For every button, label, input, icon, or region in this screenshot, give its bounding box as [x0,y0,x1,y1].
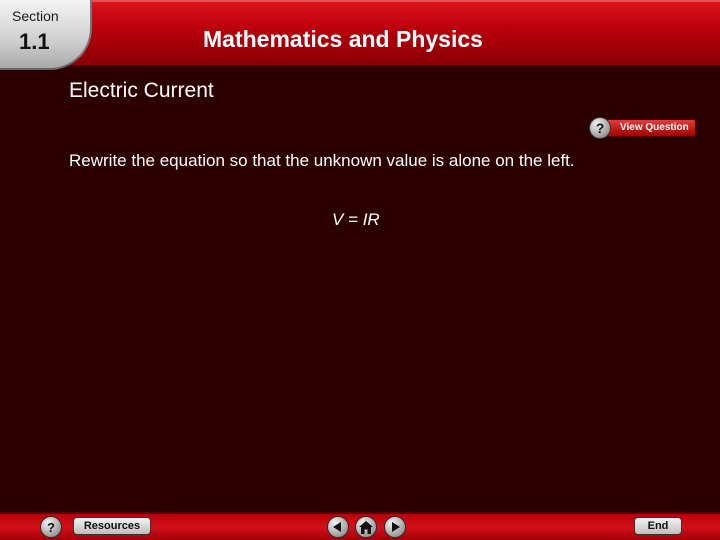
view-question-button[interactable]: ? View Question [589,117,696,139]
home-icon [359,520,373,534]
section-number: 1.1 [19,29,50,54]
footer-toolbar: ? Resources End [0,512,720,540]
previous-button[interactable] [327,516,349,538]
section-label: Section [12,8,59,24]
resources-button[interactable]: Resources [73,517,151,535]
topic-title: Electric Current [69,79,214,102]
question-mark-icon: ? [589,117,611,139]
home-button[interactable] [355,516,377,538]
header-bar: Mathematics and Physics [0,0,720,67]
help-button[interactable]: ? [40,516,62,538]
chapter-title: Mathematics and Physics [203,26,483,52]
end-button[interactable]: End [634,517,682,535]
next-button[interactable] [384,516,406,538]
triangle-left-icon [333,522,341,532]
question-prompt: Rewrite the equation so that the unknown… [69,151,575,170]
equation: V = IR [332,210,380,229]
view-question-label: View Question [605,119,696,137]
triangle-right-icon [392,522,400,532]
